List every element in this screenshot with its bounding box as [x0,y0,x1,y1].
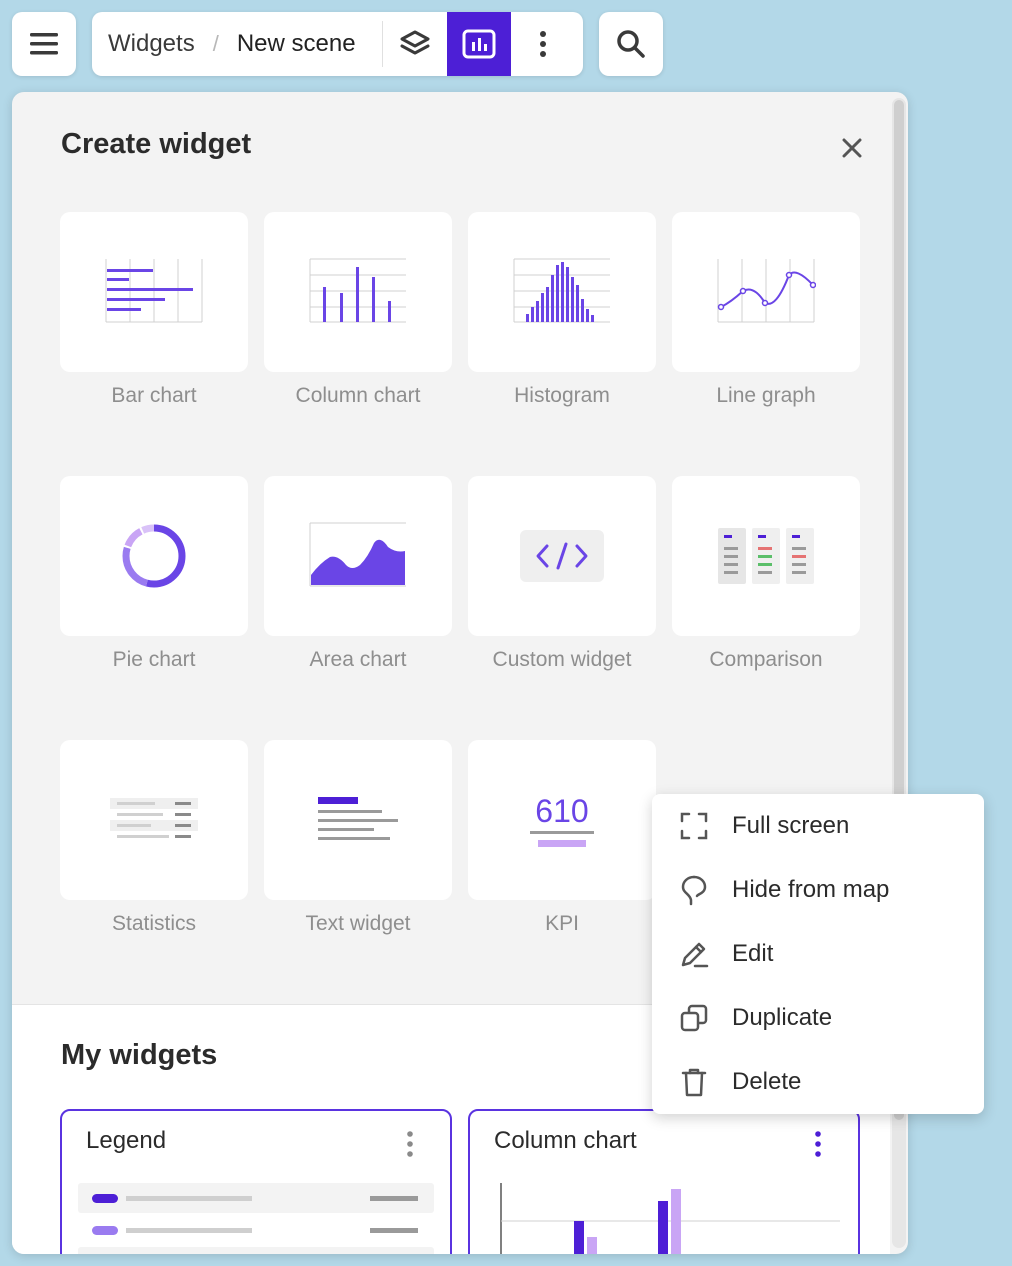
widget-type-label: KPI [545,912,579,935]
widgets-button[interactable] [446,12,511,76]
more-options-button[interactable] [511,12,575,76]
my-widget-card-column-chart[interactable]: Column chart [468,1109,860,1254]
kpi-bar [538,839,586,847]
text-icon [318,797,398,840]
layers-button[interactable] [383,12,447,76]
widget-type-comparison[interactable] [672,476,860,636]
close-icon [842,138,862,158]
breadcrumb-current-scene[interactable]: New scene [237,30,356,58]
widget-card-title: Column chart [494,1127,637,1154]
menu-item-edit[interactable]: Edit [652,922,984,986]
widget-type-bar-chart[interactable] [60,212,248,372]
menu-item-label: Full screen [732,812,850,839]
close-button[interactable] [838,134,866,162]
widget-type-line-graph[interactable] [672,212,860,372]
widget-type-statistics[interactable] [60,740,248,900]
line-graph-icon [717,259,816,323]
code-icon [520,530,604,582]
menu-item-duplicate[interactable]: Duplicate [652,986,984,1050]
area-chart-icon [309,522,406,587]
pie-chart-icon [122,524,186,588]
hide-from-map-icon [674,870,714,910]
bar-chart-icon [105,259,203,323]
widget-type-column-chart[interactable] [264,212,452,372]
my-widgets-title: My widgets [61,1039,218,1071]
breadcrumb-bar: Widgets / New scene [92,12,583,76]
widget-type-label: Area chart [309,648,407,671]
my-widget-card-legend[interactable]: Legend [60,1109,452,1254]
menu-button[interactable] [12,12,76,76]
search-button[interactable] [599,12,663,76]
pencil-icon [674,934,714,974]
widget-type-label: Column chart [295,384,421,407]
widget-type-label: Text widget [305,912,411,935]
fullscreen-icon [674,806,714,846]
column-chart-preview [500,1183,840,1254]
widget-type-label: Bar chart [111,384,197,407]
legend-preview [78,1183,434,1254]
chart-board-icon [462,29,496,59]
widget-type-kpi[interactable]: 610 [468,740,656,900]
trash-icon [674,1062,714,1102]
widget-type-label: Pie chart [112,648,196,671]
panel-title: Create widget [61,128,252,160]
menu-item-label: Delete [732,1068,802,1095]
widget-type-label: Comparison [709,648,823,671]
duplicate-icon [674,998,714,1038]
column-chart-icon [309,258,406,323]
widget-context-menu: Full screen Hide from map Edit Duplicate [652,794,984,1114]
widget-type-area-chart[interactable] [264,476,452,636]
layers-icon [400,30,430,55]
menu-item-label: Duplicate [732,1004,833,1031]
widget-type-pie-chart[interactable] [60,476,248,636]
kebab-icon[interactable] [808,1129,828,1159]
comparison-icon [718,528,814,584]
widget-type-label: Statistics [111,912,197,935]
menu-item-full-screen[interactable]: Full screen [652,794,984,858]
kebab-icon[interactable] [400,1129,420,1159]
search-icon [617,30,645,58]
kpi-underline [530,830,594,834]
widget-type-label: Histogram [514,384,610,407]
widget-type-histogram[interactable] [468,212,656,372]
menu-item-label: Hide from map [732,876,890,903]
menu-item-label: Edit [732,940,774,967]
kpi-icon: 610 [530,794,594,847]
widget-type-label: Line graph [716,384,816,407]
kebab-icon [539,31,546,57]
widget-card-title: Legend [86,1127,167,1154]
menu-item-hide-from-map[interactable]: Hide from map [652,858,984,922]
widget-type-label: Custom widget [492,648,632,671]
widget-type-custom-widget[interactable] [468,476,656,636]
histogram-icon [513,258,610,323]
hamburger-icon [30,33,58,55]
kpi-preview-value: 610 [535,792,589,829]
statistics-icon [110,798,198,838]
widget-type-text-widget[interactable] [264,740,452,900]
menu-item-delete[interactable]: Delete [652,1050,984,1114]
breadcrumb-widgets[interactable]: Widgets [108,30,195,58]
breadcrumb-separator: / [212,31,219,56]
